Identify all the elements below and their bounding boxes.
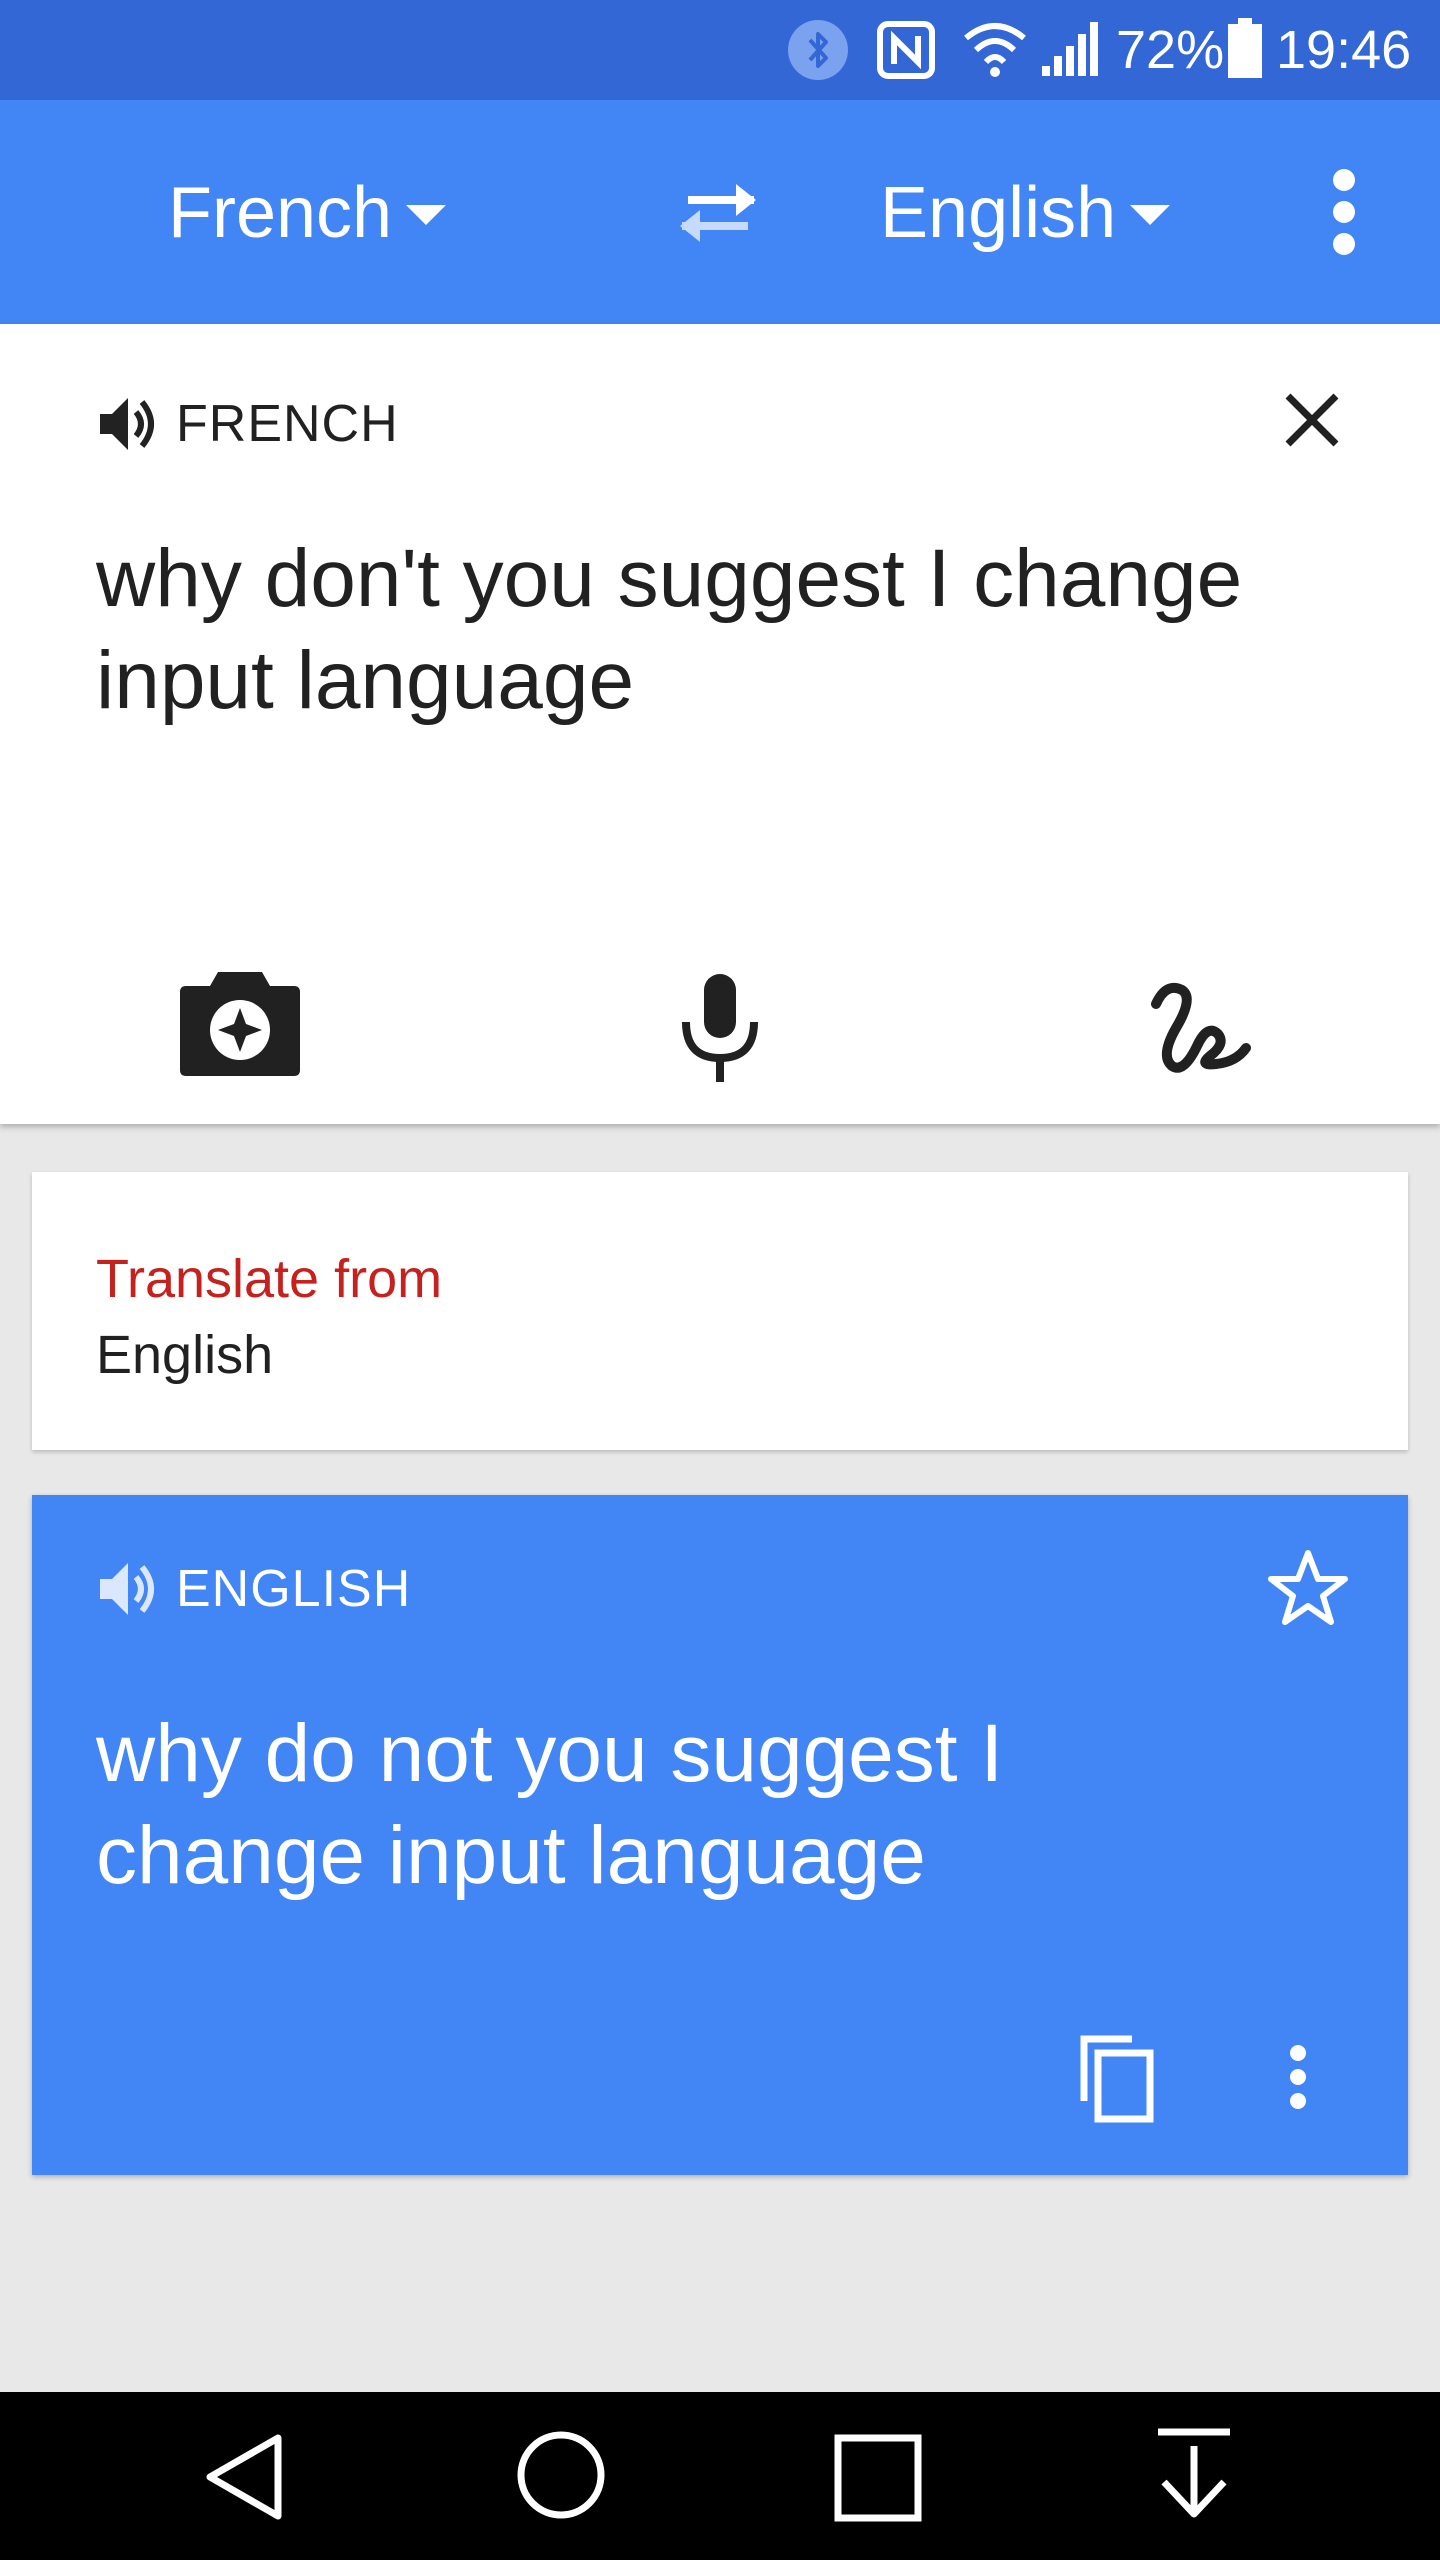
- nfc-icon: [877, 21, 935, 79]
- swap-arrows-icon[interactable]: [668, 172, 768, 252]
- suggestion-title: Translate from: [96, 1249, 443, 1309]
- input-language-label: FRENCH: [176, 395, 399, 453]
- wifi-icon: [964, 23, 1026, 77]
- status-bar: 72% 19:46: [0, 0, 1440, 100]
- camera-icon[interactable]: [178, 966, 302, 1078]
- system-navigation-bar: [0, 2392, 1440, 2560]
- translate-from-suggestion[interactable]: Translate from English: [32, 1172, 1408, 1450]
- translation-card[interactable]: ENGLISH why do not you suggest I change …: [32, 1495, 1408, 2175]
- source-language-label: French: [168, 173, 393, 253]
- suggestion-language: English: [96, 1325, 274, 1385]
- source-language-selector[interactable]: French: [168, 168, 447, 258]
- back-icon[interactable]: [202, 2432, 286, 2522]
- microphone-icon[interactable]: [676, 972, 764, 1084]
- battery-percent: 72%: [1116, 20, 1225, 80]
- more-vert-icon[interactable]: [1320, 166, 1368, 258]
- app-bar: French English: [0, 100, 1440, 324]
- speaker-icon[interactable]: [96, 392, 160, 456]
- input-card: FRENCH why don't you suggest I change in…: [0, 324, 1440, 1124]
- handwriting-icon[interactable]: [1146, 978, 1252, 1078]
- translated-text: why do not you suggest I change input la…: [96, 1708, 1004, 1901]
- more-vert-icon[interactable]: [1284, 2043, 1312, 2111]
- output-language-label: ENGLISH: [176, 1560, 412, 1618]
- target-language-label: English: [880, 173, 1117, 253]
- chevron-down-icon: [406, 205, 447, 225]
- input-text[interactable]: why don't you suggest I change input lan…: [96, 528, 1376, 732]
- bluetooth-icon: [788, 20, 848, 80]
- close-icon[interactable]: [1282, 390, 1342, 450]
- clock: 19:46: [1276, 20, 1412, 80]
- target-language-selector[interactable]: English: [880, 168, 1171, 258]
- speaker-icon[interactable]: [96, 1557, 160, 1621]
- signal-icon: [1042, 22, 1098, 76]
- chevron-down-icon: [1130, 205, 1171, 225]
- notification-pull-icon[interactable]: [1154, 2428, 1234, 2520]
- battery-icon: [1228, 18, 1262, 78]
- copy-icon[interactable]: [1076, 2033, 1156, 2123]
- recents-icon[interactable]: [834, 2434, 922, 2522]
- home-icon[interactable]: [516, 2430, 606, 2520]
- star-icon[interactable]: [1268, 1549, 1348, 1625]
